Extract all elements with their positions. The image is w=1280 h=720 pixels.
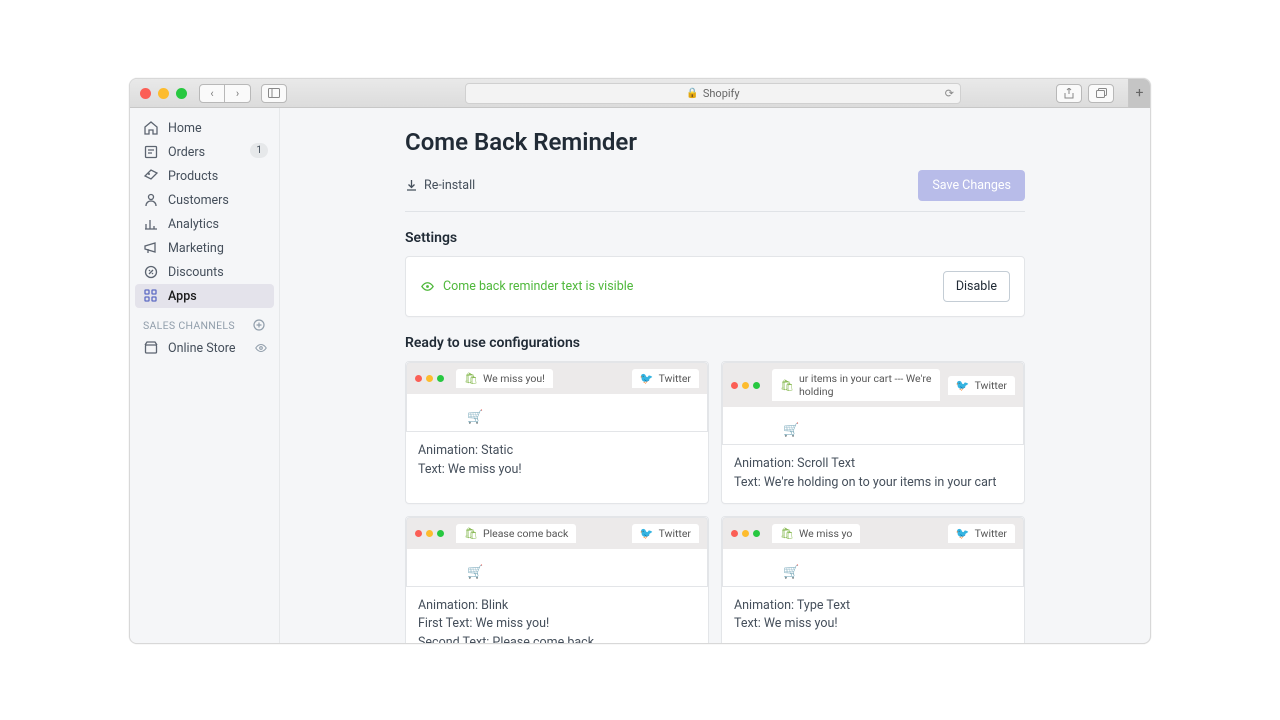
settings-heading: Settings [405, 230, 1025, 246]
tab-title: ur items in your cart --- We're holding [799, 372, 932, 398]
sales-channels-header: SALES CHANNELS [135, 308, 274, 336]
shopify-icon: 🛍 [464, 372, 478, 385]
sidebar-item-label: Analytics [168, 217, 219, 232]
sidebar-item-label: Online Store [168, 341, 235, 356]
cart-icon: 🛒 [783, 423, 799, 438]
config-card-type[interactable]: 🛍We miss yo 🐦Twitter 🛒 Animation: Type T… [721, 516, 1025, 644]
sidebar-toggle-button[interactable] [261, 84, 287, 103]
url-text: Shopify [703, 87, 740, 100]
close-icon[interactable] [140, 88, 151, 99]
twitter-icon: 🐦 [956, 379, 970, 392]
customers-icon [143, 192, 159, 208]
config-line: Animation: Static [418, 442, 696, 461]
mini-chrome: 🛍We miss yo 🐦Twitter [722, 517, 1024, 549]
config-line: Text: We're holding on to your items in … [734, 474, 1012, 493]
twitter-icon: 🐦 [956, 527, 970, 540]
settings-card: Come back reminder text is visible Disab… [405, 256, 1025, 317]
orders-badge: 1 [250, 143, 268, 158]
analytics-icon [143, 216, 159, 232]
config-line: Animation: Scroll Text [734, 455, 1012, 474]
config-line: First Text: We miss you! [418, 615, 696, 634]
address-bar[interactable]: 🔒 Shopify ⟳ [465, 83, 961, 104]
back-button[interactable]: ‹ [199, 84, 225, 103]
minimize-icon[interactable] [158, 88, 169, 99]
config-line: Text: We miss you! [418, 461, 696, 480]
lock-icon: 🔒 [686, 88, 698, 99]
share-button[interactable] [1056, 84, 1082, 103]
visible-icon [420, 279, 435, 294]
config-line: Text: We miss you! [734, 615, 1012, 634]
discounts-icon [143, 264, 159, 280]
sidebar-item-analytics[interactable]: Analytics [135, 212, 274, 236]
cart-icon: 🛒 [783, 565, 799, 580]
config-line: Animation: Blink [418, 597, 696, 616]
refresh-icon[interactable]: ⟳ [945, 87, 954, 100]
sidebar-item-products[interactable]: Products [135, 164, 274, 188]
sidebar-item-home[interactable]: Home [135, 116, 274, 140]
mini-chrome: 🛍Please come back 🐦Twitter [406, 517, 708, 549]
download-icon [405, 179, 418, 192]
config-line: Animation: Type Text [734, 597, 1012, 616]
orders-icon [143, 144, 159, 160]
sidebar-item-discounts[interactable]: Discounts [135, 260, 274, 284]
sidebar-item-customers[interactable]: Customers [135, 188, 274, 212]
mini-chrome: 🛍We miss you! 🐦Twitter [406, 362, 708, 394]
home-icon [143, 120, 159, 136]
config-card-blink[interactable]: 🛍Please come back 🐦Twitter 🛒 Animation: … [405, 516, 709, 644]
config-line: Second Text: Please come back [418, 634, 696, 643]
sidebar-item-label: Discounts [168, 265, 224, 280]
sidebar-item-label: Orders [168, 145, 205, 160]
sidebar-item-label: Marketing [168, 241, 224, 256]
cart-icon: 🛒 [467, 410, 483, 425]
disable-button[interactable]: Disable [943, 271, 1010, 302]
forward-button[interactable]: › [225, 84, 251, 103]
safari-window: ‹ › 🔒 Shopify ⟳ + Home [129, 78, 1151, 644]
sidebar-item-marketing[interactable]: Marketing [135, 236, 274, 260]
sidebar-item-label: Home [168, 121, 202, 136]
sidebar-item-label: Customers [168, 193, 229, 208]
store-icon [143, 340, 159, 356]
status-text: Come back reminder text is visible [443, 279, 633, 294]
window-controls [140, 88, 187, 99]
admin-sidebar: Home Orders 1 Products Customers Analyti… [130, 108, 280, 643]
config-grid: 🛍We miss you! 🐦Twitter 🛒 Animation: Stat… [405, 361, 1025, 643]
tabs-button[interactable] [1088, 84, 1114, 103]
sidebar-item-label: Apps [168, 289, 197, 304]
sidebar-item-orders[interactable]: Orders 1 [135, 140, 274, 164]
add-channel-icon[interactable] [252, 318, 266, 332]
page-title: Come Back Reminder [405, 128, 1025, 156]
tab-title: We miss you! [483, 372, 545, 385]
tab-title: We miss yo [799, 527, 852, 540]
sidebar-item-apps[interactable]: Apps [135, 284, 274, 308]
shopify-icon: 🛍 [780, 527, 794, 540]
shopify-icon: 🛍 [780, 379, 794, 392]
cart-icon: 🛒 [467, 565, 483, 580]
config-card-static[interactable]: 🛍We miss you! 🐦Twitter 🛒 Animation: Stat… [405, 361, 709, 504]
browser-toolbar: ‹ › 🔒 Shopify ⟳ + [130, 79, 1150, 108]
apps-icon [143, 288, 159, 304]
divider [405, 211, 1025, 212]
twitter-icon: 🐦 [640, 372, 654, 385]
configs-heading: Ready to use configurations [405, 335, 1025, 351]
marketing-icon [143, 240, 159, 256]
shopify-icon: 🛍 [464, 527, 478, 540]
config-card-scroll[interactable]: 🛍 ur items in your cart --- We're holding… [721, 361, 1025, 504]
twitter-icon: 🐦 [640, 527, 654, 540]
mini-chrome: 🛍 ur items in your cart --- We're holding… [722, 362, 1024, 407]
view-store-icon[interactable] [254, 341, 268, 355]
new-tab-button[interactable]: + [1128, 79, 1150, 108]
main-content: Come Back Reminder Re-install Save Chang… [280, 108, 1150, 643]
sidebar-item-label: Products [168, 169, 218, 184]
maximize-icon[interactable] [176, 88, 187, 99]
reinstall-button[interactable]: Re-install [405, 178, 475, 193]
sidebar-item-online-store[interactable]: Online Store [135, 336, 274, 360]
tab-title: Please come back [483, 527, 568, 540]
products-icon [143, 168, 159, 184]
save-changes-button[interactable]: Save Changes [918, 170, 1025, 201]
